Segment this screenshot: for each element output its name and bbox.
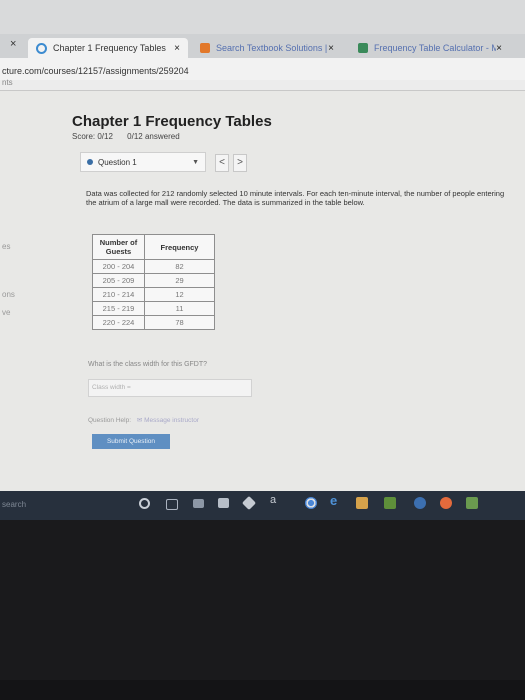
question-help: Question Help: ✉ Message instructor bbox=[88, 416, 199, 424]
column-header: Number of Guests bbox=[92, 234, 145, 260]
table-header-row: Number of Guests Frequency bbox=[92, 234, 215, 260]
status-dot-icon bbox=[87, 159, 93, 165]
tab-textbook-solutions[interactable]: Search Textbook Solutions | Che × bbox=[192, 38, 342, 58]
message-label: Message instructor bbox=[144, 417, 199, 424]
loading-icon bbox=[36, 42, 47, 54]
column-header: Frequency bbox=[144, 234, 215, 260]
app-icon-5[interactable] bbox=[466, 497, 478, 509]
question-select-label: Question 1 bbox=[98, 157, 137, 167]
rail-item[interactable]: es bbox=[2, 242, 10, 251]
help-label: Question Help: bbox=[88, 417, 131, 424]
app-icon-3[interactable] bbox=[414, 497, 426, 509]
table-cell: 220 - 224 bbox=[92, 315, 145, 330]
prev-question-button[interactable]: < bbox=[215, 154, 229, 172]
question-prompt: What is the class width for this GFDT? bbox=[88, 361, 208, 368]
app-icon-4[interactable] bbox=[440, 497, 452, 509]
url-text: cture.com/courses/12157/assignments/2592… bbox=[2, 66, 189, 76]
table-row: 205 - 209 29 bbox=[92, 273, 215, 288]
table-cell: 200 - 204 bbox=[92, 259, 145, 274]
keyboard-edge bbox=[0, 680, 525, 700]
table-cell: 205 - 209 bbox=[92, 273, 145, 288]
tab-chapter-frequency[interactable]: Chapter 1 Frequency Tables × bbox=[28, 38, 188, 58]
address-bar[interactable]: cture.com/courses/12157/assignments/2592… bbox=[0, 58, 525, 80]
edge-icon[interactable]: e bbox=[330, 493, 342, 508]
dropdown-caret-icon: ▼ bbox=[192, 158, 199, 166]
tab-title: Frequency Table Calculator - Ma bbox=[374, 43, 497, 53]
tab-title: Chapter 1 Frequency Tables bbox=[53, 43, 166, 53]
chegg-icon bbox=[200, 43, 210, 53]
close-icon[interactable]: × bbox=[328, 43, 334, 54]
question-select[interactable]: Question 1 ▼ bbox=[80, 152, 206, 172]
left-rail: es ons ve bbox=[0, 91, 20, 491]
question-description: Data was collected for 212 randomly sele… bbox=[86, 189, 505, 207]
taskbar-search[interactable]: search bbox=[2, 500, 26, 509]
answered-count: 0/12 answered bbox=[127, 132, 180, 141]
input-label: Class width = bbox=[92, 384, 131, 391]
table-cell: 78 bbox=[144, 315, 215, 330]
tab-frequency-calculator[interactable]: Frequency Table Calculator - Ma × bbox=[350, 38, 510, 58]
chrome-icon[interactable] bbox=[305, 497, 317, 509]
next-question-button[interactable]: > bbox=[233, 154, 247, 172]
close-icon[interactable]: × bbox=[174, 43, 180, 54]
close-icon[interactable]: × bbox=[496, 43, 502, 54]
table-row: 220 - 224 78 bbox=[92, 315, 215, 330]
frequency-table: Number of Guests Frequency 200 - 204 82 … bbox=[92, 234, 215, 330]
close-tab-icon[interactable]: × bbox=[10, 38, 16, 50]
subnav-text: nts bbox=[2, 78, 13, 87]
table-row: 200 - 204 82 bbox=[92, 259, 215, 274]
cortana-icon[interactable] bbox=[139, 498, 150, 509]
table-cell: 12 bbox=[144, 287, 215, 302]
photos-icon[interactable] bbox=[193, 499, 204, 508]
task-view-icon[interactable] bbox=[166, 499, 178, 510]
message-instructor-link[interactable]: ✉ Message instructor bbox=[137, 417, 199, 424]
table-cell: 29 bbox=[144, 273, 215, 288]
tab-title: Search Textbook Solutions | Che bbox=[216, 43, 328, 53]
class-width-input[interactable]: Class width = bbox=[88, 379, 252, 397]
course-subnav: nts bbox=[0, 78, 525, 91]
page-title: Chapter 1 Frequency Tables bbox=[72, 113, 272, 130]
app-icon-2[interactable] bbox=[384, 497, 396, 509]
submit-question-button[interactable]: Submit Question bbox=[92, 434, 170, 449]
app-icon[interactable] bbox=[356, 497, 368, 509]
table-cell: 11 bbox=[144, 301, 215, 316]
store-icon[interactable] bbox=[218, 498, 229, 508]
page-content bbox=[0, 91, 525, 491]
table-cell: 210 - 214 bbox=[92, 287, 145, 302]
score-label: Score: 0/12 bbox=[72, 132, 113, 141]
amazon-icon[interactable]: a bbox=[270, 494, 282, 506]
table-row: 210 - 214 12 bbox=[92, 287, 215, 302]
rail-item[interactable]: ons bbox=[2, 290, 15, 299]
table-cell: 215 - 219 bbox=[92, 301, 145, 316]
table-row: 215 - 219 11 bbox=[92, 301, 215, 316]
score-line: Score: 0/12 0/12 answered bbox=[72, 132, 180, 141]
table-cell: 82 bbox=[144, 259, 215, 274]
calculator-icon bbox=[358, 43, 368, 53]
rail-item[interactable]: ve bbox=[2, 308, 10, 317]
